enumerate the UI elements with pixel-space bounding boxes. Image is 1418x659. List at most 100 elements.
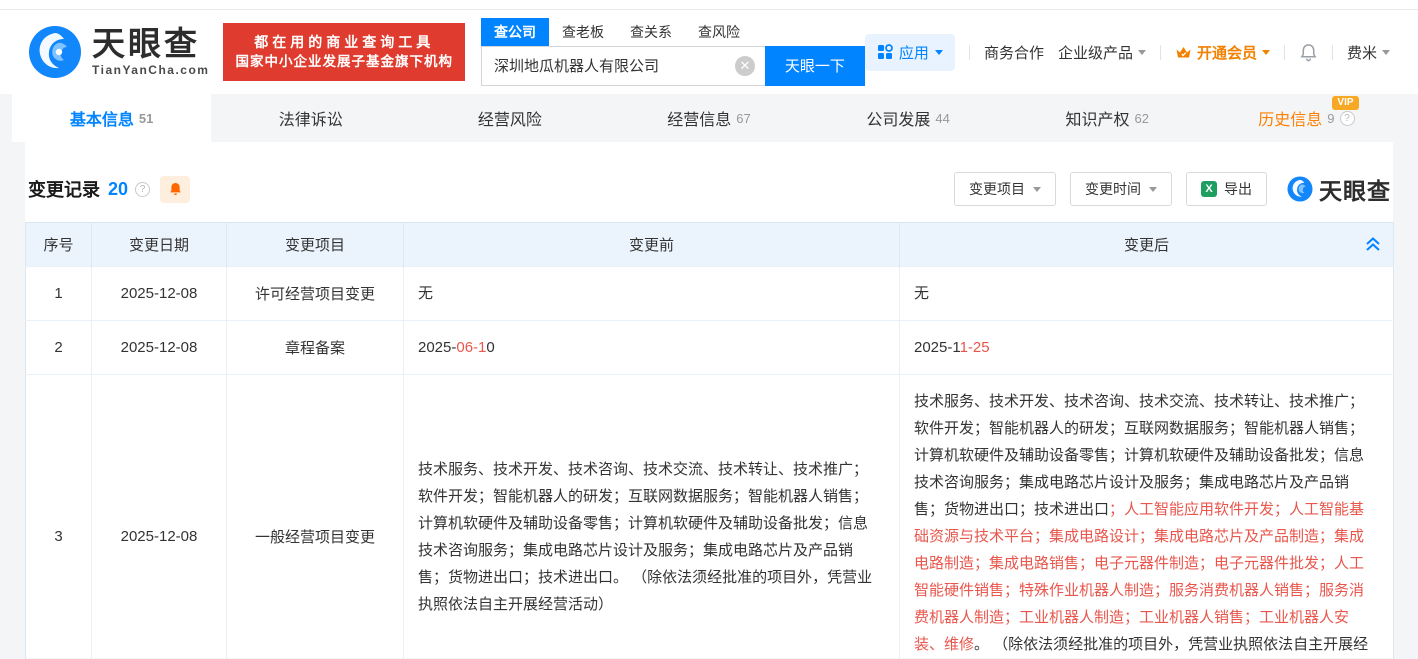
row-date: 2025-12-08	[92, 321, 227, 375]
section-help-icon[interactable]: ?	[135, 182, 150, 197]
collapse-icon[interactable]	[1365, 235, 1381, 257]
header-date: 变更日期	[92, 223, 227, 267]
tab-legal-proceedings[interactable]: 法律诉讼	[211, 94, 410, 142]
tab-label: 公司发展	[866, 106, 930, 130]
site-header: 天眼查 TianYanCha.com 都在用的商业查询工具 国家中小企业发展子基…	[0, 10, 1418, 94]
tab-intellectual-property[interactable]: 知识产权 62	[1008, 94, 1207, 142]
export-button[interactable]: X 导出	[1186, 172, 1267, 206]
nav-separator	[969, 45, 970, 60]
filter-change-time-label: 变更时间	[1085, 179, 1141, 199]
tab-operating-risk[interactable]: 经营风险	[410, 94, 609, 142]
row-date: 2025-12-08	[92, 375, 227, 659]
row-item: 许可经营项目变更	[227, 267, 404, 321]
header-before: 变更前	[404, 223, 900, 267]
clear-icon[interactable]: ✕	[735, 56, 755, 76]
nav-separator	[1160, 45, 1161, 60]
search-input-wrap: ✕	[481, 46, 765, 86]
chevron-down-icon	[1033, 187, 1041, 192]
tab-business-info[interactable]: 经营信息 67	[609, 94, 808, 142]
section-title: 变更记录	[28, 176, 100, 202]
open-vip-link[interactable]: 开通会员	[1175, 42, 1270, 63]
subscribe-bell-button[interactable]	[160, 176, 190, 203]
filter-change-item-label: 变更项目	[969, 179, 1025, 199]
change-record-header: 变更记录 20 ? 变更项目 变更时间 X 导出	[25, 142, 1393, 222]
tab-company-development[interactable]: 公司发展 44	[809, 94, 1008, 142]
after-text: 技术服务、技术开发、技术咨询、技术交流、技术转让、技术推广；软件开发；智能机器人…	[914, 393, 1364, 518]
tab-basic-info[interactable]: 基本信息 51	[12, 94, 211, 142]
tab-label: 知识产权	[1066, 106, 1130, 130]
search-block: 查公司 查老板 查关系 查风险 ✕ 天眼一下	[481, 19, 865, 86]
tab-label: 经营信息	[667, 106, 731, 130]
crown-icon	[1175, 45, 1192, 60]
row-no: 3	[26, 375, 92, 659]
nav-separator	[1284, 45, 1285, 60]
excel-icon: X	[1201, 181, 1217, 197]
header-no: 序号	[26, 223, 92, 267]
tab-count: 67	[736, 111, 750, 126]
table-actions: 变更项目 变更时间 X 导出 天眼查	[954, 172, 1391, 206]
before-cell: 2025-06-10	[404, 321, 900, 375]
vip-caret-icon	[1262, 50, 1270, 55]
tab-label: 法律诉讼	[279, 106, 343, 130]
tianyancha-logo[interactable]: 天眼查 TianYanCha.com	[28, 25, 209, 79]
apps-label: 应用	[899, 42, 929, 63]
logo-text: 天眼查 TianYanCha.com	[92, 27, 209, 77]
table-row: 3 2025-12-08 一般经营项目变更 技术服务、技术开发、技术咨询、技术交…	[26, 375, 1394, 659]
row-no: 2	[26, 321, 92, 375]
tab-history-info[interactable]: VIP 历史信息 9 ?	[1207, 94, 1406, 142]
tab-label: 历史信息	[1258, 106, 1322, 130]
after-text: 。 （除依法须经批准的项目外，凭营业执照依法自主开展经营活动）	[914, 636, 1368, 659]
filter-change-time-button[interactable]: 变更时间	[1070, 172, 1172, 206]
nav-enterprise[interactable]: 企业级产品	[1058, 42, 1146, 63]
username: 费米	[1347, 42, 1377, 63]
apps-caret-icon	[935, 50, 943, 55]
promo-line-1: 都在用的商业查询工具	[235, 32, 453, 52]
header-after-label: 变更后	[1124, 237, 1169, 254]
table-header-row: 序号 变更日期 变更项目 变更前 变更后	[26, 223, 1394, 267]
after-text: 无	[914, 285, 929, 302]
after-text-changed: ；人工智能应用软件开发；人工智能基础资源与技术平台；集成电路设计；集成电路芯片及…	[914, 501, 1364, 653]
search-tabs: 查公司 查老板 查关系 查风险	[481, 19, 865, 46]
after-cell: 无	[900, 267, 1394, 321]
open-vip-label: 开通会员	[1197, 42, 1257, 63]
table-row: 2 2025-12-08 章程备案 2025-06-10 2025-11-25	[26, 321, 1394, 375]
before-text: 无	[418, 285, 433, 302]
nav-enterprise-label: 企业级产品	[1058, 42, 1133, 63]
tab-count: 62	[1135, 111, 1149, 126]
apps-button[interactable]: 应用	[865, 34, 955, 71]
search-tab-boss[interactable]: 查老板	[549, 18, 617, 46]
after-text-changed: 1-25	[960, 339, 990, 356]
before-text: 0	[486, 339, 494, 356]
row-date: 2025-12-08	[92, 267, 227, 321]
search-tab-company[interactable]: 查公司	[481, 18, 549, 46]
table-row: 1 2025-12-08 许可经营项目变更 无 无	[26, 267, 1394, 321]
window-top-edge	[0, 0, 1418, 10]
before-cell: 无	[404, 267, 900, 321]
vip-badge: VIP	[1332, 96, 1358, 110]
watermark-text: 天眼查	[1319, 172, 1391, 206]
search-tab-risk[interactable]: 查风险	[685, 18, 753, 46]
notifications-bell-icon[interactable]	[1299, 43, 1318, 62]
after-cell: 2025-11-25	[900, 321, 1394, 375]
nav-cooperation[interactable]: 商务合作	[984, 42, 1044, 63]
help-icon[interactable]: ?	[1340, 111, 1355, 126]
tianyancha-logo-icon	[28, 25, 82, 79]
search-input[interactable]	[481, 46, 765, 86]
header-nav: 应用 商务合作 企业级产品 开通会员 费米	[865, 34, 1390, 71]
tab-count: 9	[1327, 111, 1334, 126]
tab-label: 经营风险	[478, 106, 542, 130]
user-menu[interactable]: 费米	[1347, 42, 1390, 63]
content-card: 变更记录 2 0 ? 变更项目 变更时间 X 导出	[25, 142, 1393, 658]
row-item: 章程备案	[227, 321, 404, 375]
brand-name: 天眼查	[92, 27, 209, 61]
watermark-logo-icon	[1287, 176, 1313, 202]
search-button[interactable]: 天眼一下	[765, 46, 865, 86]
search-tab-relation[interactable]: 查关系	[617, 18, 685, 46]
tab-label: 基本信息	[70, 106, 134, 130]
user-caret-icon	[1382, 50, 1390, 55]
after-cell: 技术服务、技术开发、技术咨询、技术交流、技术转让、技术推广；软件开发；智能机器人…	[900, 375, 1394, 659]
header-item: 变更项目	[227, 223, 404, 267]
filter-change-item-button[interactable]: 变更项目	[954, 172, 1056, 206]
tab-count: 44	[935, 111, 949, 126]
row-item: 一般经营项目变更	[227, 375, 404, 659]
